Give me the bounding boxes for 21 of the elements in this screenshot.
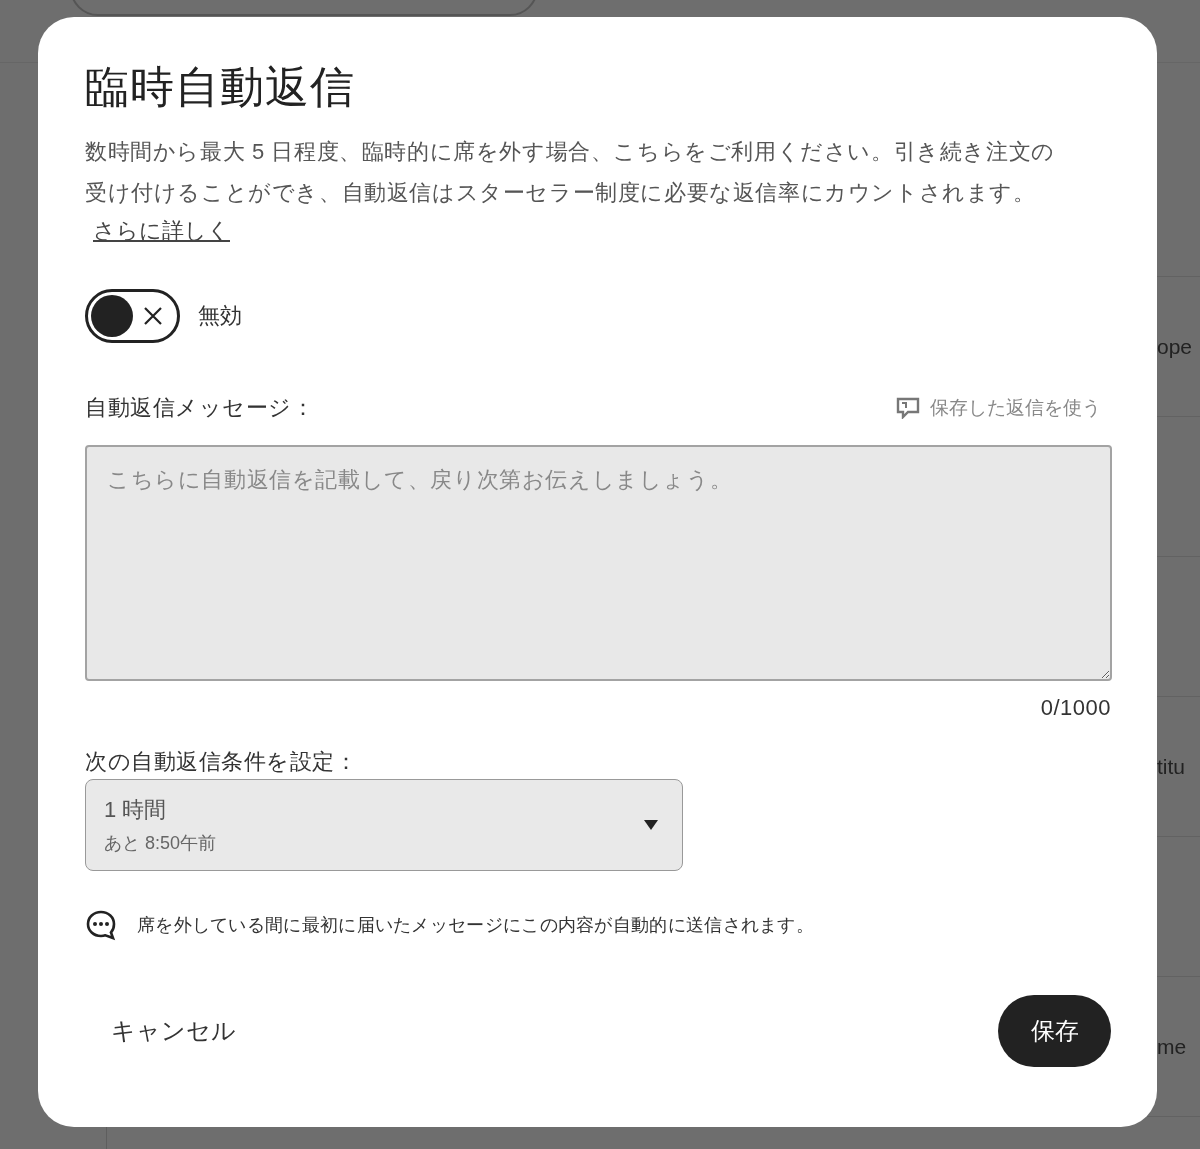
list-row-text: ope bbox=[1157, 334, 1193, 359]
note-text: 席を外している間に最初に届いたメッセージにこの内容が自動的に送信されます。 bbox=[137, 914, 815, 937]
save-button[interactable]: 保存 bbox=[998, 995, 1111, 1067]
toggle-label: 無効 bbox=[198, 302, 242, 330]
duration-dropdown[interactable]: 1 時間 あと 8:50午前 bbox=[85, 779, 683, 871]
cross-icon bbox=[143, 306, 163, 326]
speech-bubble-icon bbox=[896, 397, 920, 419]
description-text: 数時間から最大 5 日程度、臨時的に席を外す場合、こちらをご利用ください。引き続き注文の受け付けることができ、自動返信はスターセラー制度に必要な返信率にカウントされます。 bbox=[85, 138, 1056, 207]
dialog-title: 臨時自動返信 bbox=[85, 61, 356, 113]
saved-replies-link[interactable]: 保存した返信を使う bbox=[896, 395, 1101, 421]
list-row-text: me bbox=[1157, 1034, 1187, 1059]
learn-more-link[interactable]: さらに詳しく bbox=[93, 213, 230, 249]
duration-label: 次の自動返信条件を設定： bbox=[85, 748, 358, 776]
cancel-button[interactable]: キャンセル bbox=[85, 1001, 262, 1061]
character-counter: 0/1000 bbox=[1040, 695, 1111, 721]
caret-icon bbox=[644, 820, 658, 830]
message-label: 自動返信メッセージ： bbox=[85, 394, 314, 422]
message-field[interactable]: こちらに自動返信を記載して、戻り次第お伝えしましょう。 bbox=[85, 445, 1112, 681]
chat-bubble-icon bbox=[85, 909, 117, 941]
toggle-switch[interactable] bbox=[85, 289, 180, 343]
list-row-text: titu bbox=[1157, 754, 1185, 779]
